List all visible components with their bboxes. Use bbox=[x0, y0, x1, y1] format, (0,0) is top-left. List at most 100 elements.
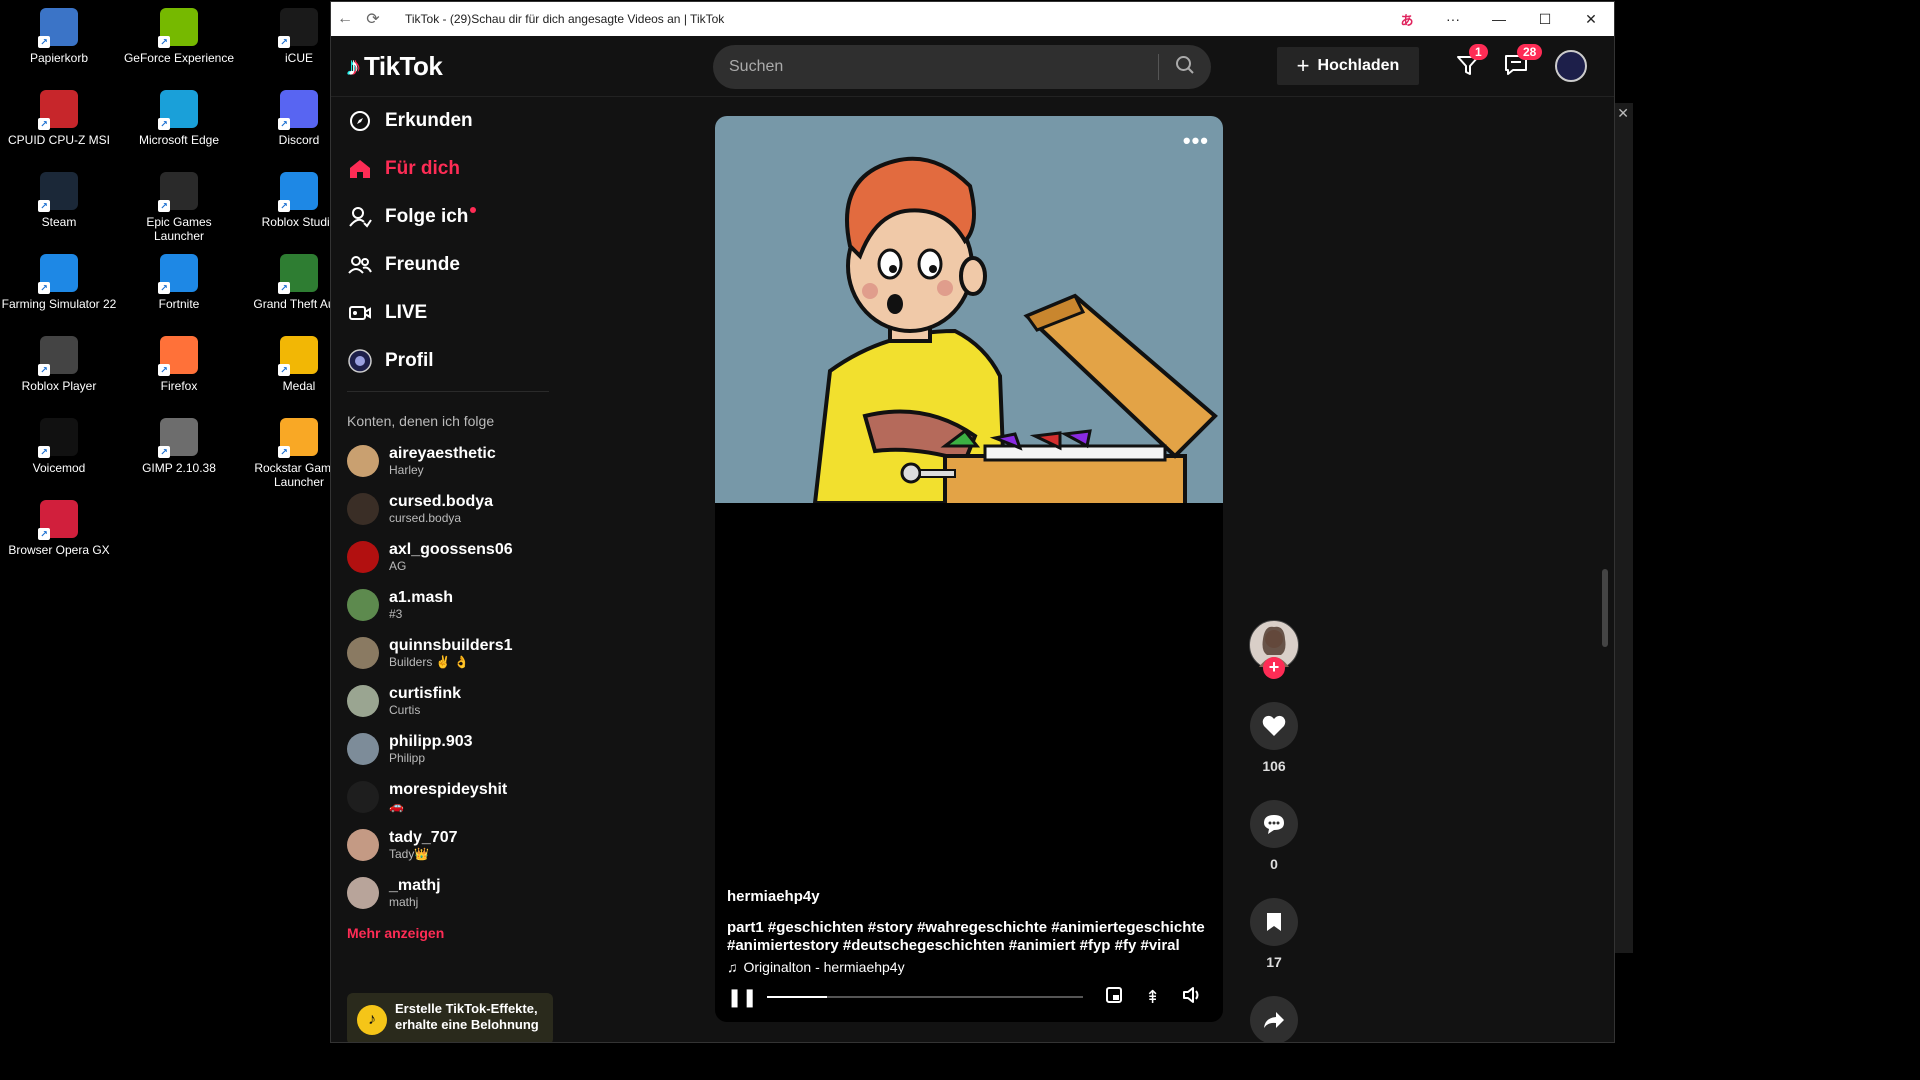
search-bar[interactable]: Suchen bbox=[713, 45, 1211, 89]
back-arrow-icon[interactable]: ← bbox=[331, 10, 359, 28]
discord-icon: ↗ bbox=[278, 90, 318, 130]
desktop-shortcut[interactable]: ↗ GeForce Experience bbox=[120, 8, 238, 65]
tiktok-coin-icon: ♪ bbox=[357, 1005, 387, 1035]
following-title: Konten, denen ich folge bbox=[347, 413, 495, 429]
following-nickname: Curtis bbox=[389, 703, 421, 717]
following-username: quinnsbuilders1 bbox=[389, 637, 513, 654]
avatar bbox=[347, 781, 379, 813]
heart-icon[interactable] bbox=[1250, 702, 1298, 750]
sidebar-divider bbox=[347, 391, 549, 392]
share-action[interactable]: 2 bbox=[1239, 996, 1309, 1042]
bookmark-icon[interactable] bbox=[1250, 898, 1298, 946]
translate-icon[interactable]: あ bbox=[1384, 10, 1430, 29]
desktop-shortcut[interactable]: ↗ Voicemod bbox=[0, 418, 118, 475]
sidebar-item-erkunden[interactable]: Erkunden bbox=[331, 97, 557, 145]
live-icon bbox=[347, 300, 373, 326]
desktop-shortcut[interactable]: ↗ Epic Games Launcher bbox=[120, 172, 238, 243]
desktop-shortcut[interactable]: ↗ GIMP 2.10.38 bbox=[120, 418, 238, 475]
sidebar-item-folge-ich[interactable]: Folge ich bbox=[331, 193, 557, 241]
sidebar-item-label: LIVE bbox=[385, 302, 428, 323]
shortcut-arrow-icon: ↗ bbox=[38, 118, 50, 130]
sidebar-item-für-dich[interactable]: Für dich bbox=[331, 145, 557, 193]
desktop-shortcut-label: Epic Games Launcher bbox=[146, 215, 212, 243]
shortcut-arrow-icon: ↗ bbox=[38, 446, 50, 458]
video-sound[interactable]: ♫ Originalton - hermiaehp4y bbox=[727, 959, 1207, 975]
progress-bar[interactable] bbox=[767, 996, 1083, 998]
scroll-up-icon[interactable]: ⇞ bbox=[1145, 987, 1160, 1008]
icue-icon: ↗ bbox=[278, 8, 318, 48]
reload-icon[interactable]: ⟳ bbox=[359, 9, 387, 29]
following-nickname: Harley bbox=[389, 463, 424, 477]
desktop-shortcut[interactable]: ↗ Microsoft Edge bbox=[120, 90, 238, 147]
page-scrollbar[interactable] bbox=[1602, 569, 1608, 647]
fortnite-icon: ↗ bbox=[158, 254, 198, 294]
tiktok-header: ♪ TikTok Suchen + Hochladen 1 28 bbox=[331, 36, 1614, 97]
shortcut-arrow-icon: ↗ bbox=[158, 282, 170, 294]
maximize-button[interactable]: ☐ bbox=[1522, 11, 1568, 28]
volume-icon[interactable] bbox=[1182, 986, 1202, 1009]
video-player[interactable]: ••• hermiaehp4y part1 #geschichten #stor… bbox=[715, 116, 1223, 1022]
desktop-shortcut[interactable]: ↗ Fortnite bbox=[120, 254, 238, 311]
sidebar-item-freunde[interactable]: Freunde bbox=[331, 241, 557, 289]
desktop-shortcut-label: Microsoft Edge bbox=[138, 133, 220, 147]
desktop-shortcut[interactable]: ↗ Browser Opera GX bbox=[0, 500, 118, 557]
video-more-icon[interactable]: ••• bbox=[1183, 128, 1209, 154]
shortcut-arrow-icon: ↗ bbox=[158, 364, 170, 376]
like-action[interactable]: 106 bbox=[1239, 702, 1309, 774]
search-icon[interactable] bbox=[1159, 55, 1211, 80]
nav-list: Erkunden Für dich Folge ich Freunde LIVE Prof… bbox=[331, 97, 557, 385]
following-item[interactable]: morespideyshit 🚗 bbox=[331, 773, 557, 821]
following-item[interactable]: _mathj mathj bbox=[331, 869, 557, 917]
comment-action[interactable]: 0 bbox=[1239, 800, 1309, 872]
comment-icon[interactable] bbox=[1250, 800, 1298, 848]
following-item[interactable]: quinnsbuilders1 Builders ✌️ 👌 bbox=[331, 629, 557, 677]
save-action[interactable]: 17 bbox=[1239, 898, 1309, 970]
following-item[interactable]: curtisfink Curtis bbox=[331, 677, 557, 725]
video-frame: ••• bbox=[715, 116, 1223, 518]
close-icon[interactable]: ✕ bbox=[1617, 105, 1629, 122]
following-item[interactable]: tady_707 Tady👑 bbox=[331, 821, 557, 869]
video-author[interactable]: hermiaehp4y bbox=[727, 888, 1207, 905]
desktop-shortcut[interactable]: ↗ Papierkorb bbox=[0, 8, 118, 65]
show-more-link[interactable]: Mehr anzeigen bbox=[347, 925, 557, 941]
music-note-icon: ♫ bbox=[727, 959, 738, 975]
profile-avatar[interactable] bbox=[1555, 50, 1587, 82]
following-item[interactable]: cursed.bodya cursed.bodya bbox=[331, 485, 557, 533]
following-username: axl_goossens06 bbox=[389, 541, 513, 558]
following-item[interactable]: philipp.903 Philipp bbox=[331, 725, 557, 773]
sidebar-item-live[interactable]: LIVE bbox=[331, 289, 557, 337]
sidebar-item-profil[interactable]: Profil bbox=[331, 337, 557, 385]
share-icon[interactable] bbox=[1250, 996, 1298, 1042]
following-nickname: cursed.bodya bbox=[389, 511, 462, 525]
close-button[interactable]: ✕ bbox=[1568, 11, 1614, 28]
following-item[interactable]: a1.mash #3 bbox=[331, 581, 557, 629]
messages-icon[interactable]: 28 bbox=[1503, 44, 1543, 80]
pause-icon[interactable]: ❚❚ bbox=[727, 987, 757, 1008]
avatar bbox=[347, 541, 379, 573]
minimize-button[interactable]: — bbox=[1476, 11, 1522, 27]
desktop-shortcut[interactable]: ↗ Firefox bbox=[120, 336, 238, 393]
following-item[interactable]: aireyaesthetic Harley bbox=[331, 437, 557, 485]
desktop-shortcut[interactable]: ↗ Roblox Player bbox=[0, 336, 118, 393]
sound-name: Originalton - hermiaehp4y bbox=[743, 959, 905, 975]
desktop-shortcut[interactable]: ↗ CPUID CPU-Z MSI bbox=[0, 90, 118, 147]
edge-icon: ↗ bbox=[158, 90, 198, 130]
more-options-icon[interactable]: ··· bbox=[1430, 11, 1476, 27]
like-count: 106 bbox=[1262, 758, 1286, 774]
creator-avatar[interactable]: + bbox=[1249, 620, 1299, 679]
sidebar-item-label: Für dich bbox=[385, 158, 460, 179]
browser-window: ← ⟳ TikTok - (29)Schau dir für dich ange… bbox=[330, 1, 1615, 1043]
search-input[interactable]: Suchen bbox=[729, 58, 1158, 76]
tiktok-logo[interactable]: ♪ TikTok bbox=[347, 51, 443, 82]
upload-button[interactable]: + Hochladen bbox=[1277, 47, 1419, 85]
desktop-shortcut[interactable]: ↗ Steam bbox=[0, 172, 118, 229]
firefox-icon: ↗ bbox=[158, 336, 198, 376]
desktop-shortcut[interactable]: ↗ Farming Simulator 22 bbox=[0, 254, 118, 311]
following-list: aireyaesthetic Harley cursed.bodya cursed.b… bbox=[331, 437, 557, 917]
pip-icon[interactable] bbox=[1105, 986, 1123, 1009]
follow-plus-button[interactable]: + bbox=[1263, 657, 1285, 679]
inbox-filter-icon[interactable]: 1 bbox=[1455, 44, 1488, 80]
following-item[interactable]: axl_goossens06 AG bbox=[331, 533, 557, 581]
effects-banner[interactable]: ♪ Erstelle TikTok-Effekte, erhalte eine … bbox=[347, 993, 553, 1042]
avatar bbox=[347, 733, 379, 765]
